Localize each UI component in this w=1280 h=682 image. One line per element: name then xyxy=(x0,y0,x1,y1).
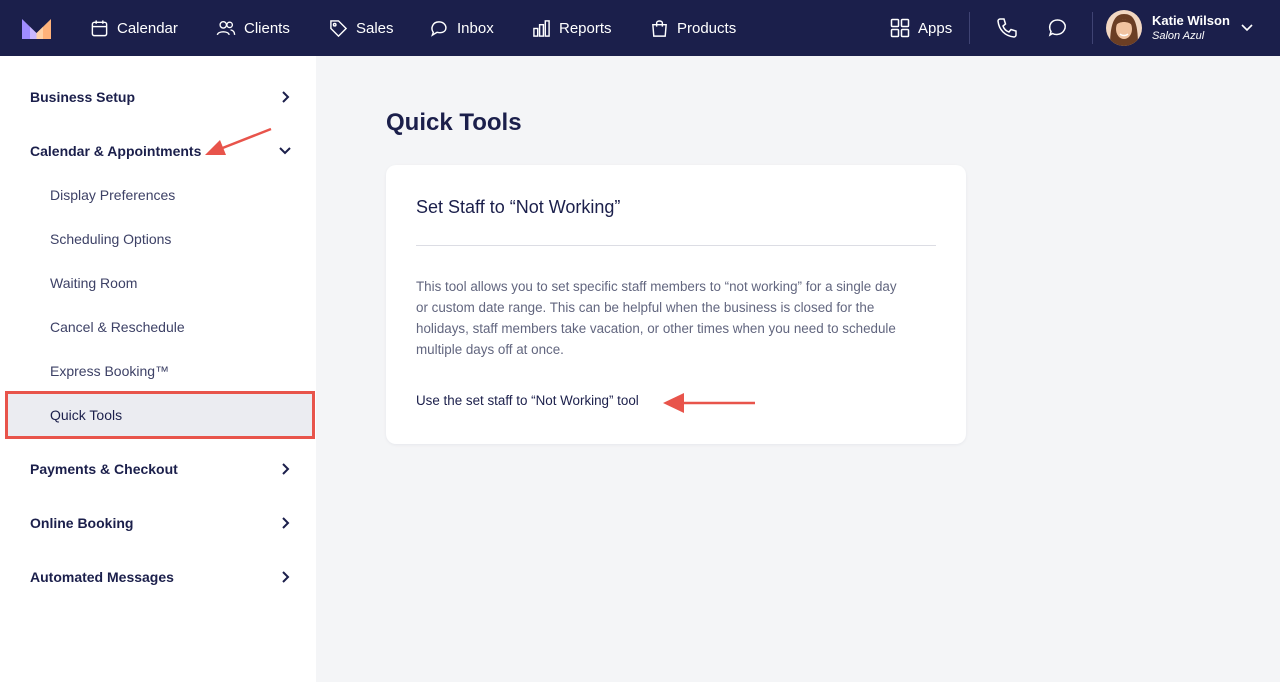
set-staff-not-working-link[interactable]: Use the set staff to “Not Working” tool xyxy=(416,393,639,408)
sidebar-item-label: Quick Tools xyxy=(50,407,123,423)
annotation-arrow-icon xyxy=(663,393,755,413)
nav-apps[interactable]: Apps xyxy=(890,0,952,56)
sidebar-section-automated-messages[interactable]: Automated Messages xyxy=(30,565,292,589)
sidebar-section-payments-checkout[interactable]: Payments & Checkout xyxy=(30,457,292,481)
chevron-down-icon[interactable] xyxy=(1240,22,1254,34)
nav-products-label: Products xyxy=(677,19,737,37)
sidebar-item-quick-tools[interactable]: Quick Tools xyxy=(5,391,315,439)
nav-divider xyxy=(969,12,970,44)
nav-divider xyxy=(1092,12,1093,44)
users-icon xyxy=(216,20,236,35)
avatar xyxy=(1106,10,1142,46)
nav-inbox[interactable]: Inbox xyxy=(429,0,494,56)
page-title: Quick Tools xyxy=(386,109,522,136)
sidebar-item-display-preferences[interactable]: Display Preferences xyxy=(50,185,175,205)
sidebar-item-cancel-reschedule[interactable]: Cancel & Reschedule xyxy=(50,317,185,337)
card-description: This tool allows you to set specific sta… xyxy=(416,279,897,357)
sidebar-section-label: Calendar & Appointments xyxy=(30,143,202,159)
sidebar-section-label: Automated Messages xyxy=(30,569,174,585)
nav-products[interactable]: Products xyxy=(650,0,736,56)
top-nav: Calendar Clients Sales Inbox Reports Pro… xyxy=(0,0,1280,56)
bar-chart-icon xyxy=(533,19,550,37)
sidebar-section-online-booking[interactable]: Online Booking xyxy=(30,511,292,535)
chevron-down-icon xyxy=(279,147,291,155)
chevron-right-icon xyxy=(282,571,290,583)
sidebar-item-label: Display Preferences xyxy=(50,187,176,203)
sidebar-item-label: Waiting Room xyxy=(50,275,138,291)
sidebar-section-label: Business Setup xyxy=(30,89,136,105)
annotation-arrow-icon xyxy=(205,127,272,155)
tag-icon xyxy=(330,19,348,37)
nav-reports-label: Reports xyxy=(559,19,612,37)
nav-sales-label: Sales xyxy=(356,19,394,37)
card-title: Set Staff to “Not Working” xyxy=(416,197,621,217)
sidebar-item-label: Cancel & Reschedule xyxy=(50,319,185,335)
sidebar-section-label: Online Booking xyxy=(30,515,134,531)
nav-reports[interactable]: Reports xyxy=(532,0,612,56)
sidebar-item-scheduling-options[interactable]: Scheduling Options xyxy=(50,229,171,249)
sidebar-section-label: Payments & Checkout xyxy=(30,461,178,477)
apps-grid-icon xyxy=(890,18,910,38)
user-business: Salon Azul xyxy=(1152,30,1205,42)
nav-inbox-label: Inbox xyxy=(457,19,494,37)
nav-sales[interactable]: Sales xyxy=(329,0,394,56)
nav-calendar[interactable]: Calendar xyxy=(90,0,178,56)
chevron-right-icon xyxy=(282,463,290,475)
chevron-right-icon xyxy=(282,517,290,529)
sidebar-item-label: Scheduling Options xyxy=(50,231,172,247)
user-name: Katie Wilson xyxy=(1152,13,1230,28)
sidebar-item-label: Express Booking™ xyxy=(50,363,170,379)
nav-clients[interactable]: Clients xyxy=(216,0,290,56)
sidebar-item-express-booking[interactable]: Express Booking™ xyxy=(50,361,169,381)
chevron-right-icon xyxy=(282,91,290,103)
user-menu[interactable]: Katie Wilson Salon Azul xyxy=(1106,10,1230,46)
phone-icon[interactable] xyxy=(995,16,1019,40)
nav-apps-label: Apps xyxy=(918,19,953,37)
chat-bubble-icon xyxy=(431,20,447,37)
calendar-icon xyxy=(91,19,108,36)
divider xyxy=(416,245,936,246)
sidebar-item-waiting-room[interactable]: Waiting Room xyxy=(50,273,137,293)
sidebar-section-business-setup[interactable]: Business Setup xyxy=(30,85,292,109)
brand-logo[interactable] xyxy=(22,17,51,39)
nav-clients-label: Clients xyxy=(244,19,290,37)
shopping-bag-icon xyxy=(652,19,667,37)
message-icon[interactable] xyxy=(1045,16,1069,40)
nav-calendar-label: Calendar xyxy=(117,19,178,37)
